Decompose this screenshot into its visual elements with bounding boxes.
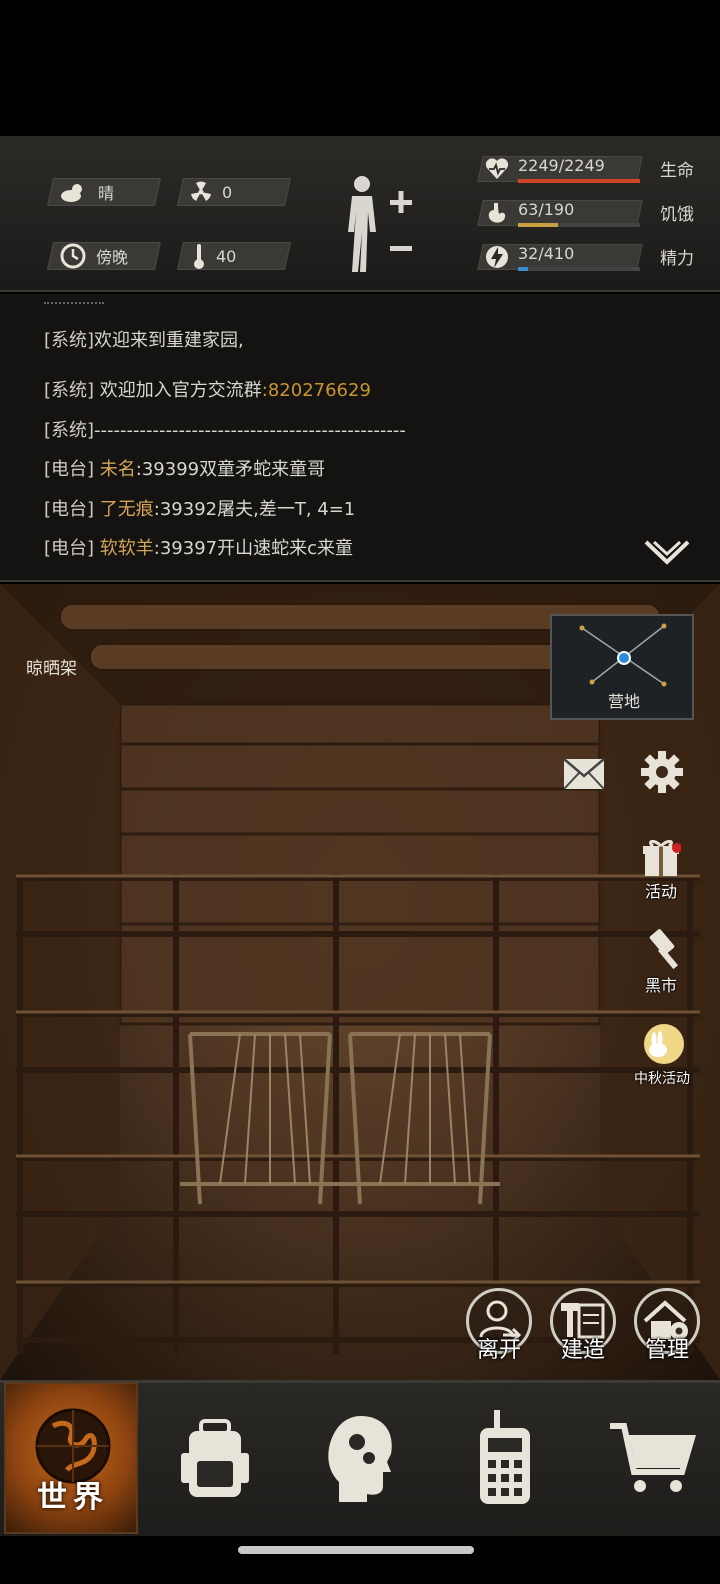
hunger-label: 饥饿 [660,205,694,225]
weather-indicator: 晴 [60,178,114,206]
radio-icon [480,1410,530,1504]
leave-button[interactable]: 离开 [464,1288,534,1364]
shop-cart-icon [610,1423,696,1492]
energy-label: 精力 [660,249,694,269]
activity-label: 活动 [644,882,677,901]
manage-label: 管理 [644,1338,689,1363]
gear-icon[interactable] [640,750,684,794]
group-number-link[interactable]: :820276629 [262,380,371,401]
chat-line: [电台] 未名:39399双童矛蛇来童哥 [44,459,326,480]
activity-button[interactable]: 活动 [636,836,686,902]
build-button[interactable]: 建造 [548,1288,618,1364]
mid-autumn-event-button[interactable]: 中秋活动 [630,1020,694,1088]
hunger-bar-fill [518,223,559,227]
health-value: 2249/2249 [518,156,605,175]
hunger-bar [518,223,640,227]
map-network-icon [579,623,667,687]
radiation-value: 0 [222,182,233,202]
health-bar [518,179,640,183]
clock-icon [60,243,86,269]
chat-line: [系统]------------------------------------… [44,420,406,441]
gavel-icon [649,929,679,970]
chat-sender[interactable]: 软软羊 [100,538,154,559]
cloud-sun-icon [61,184,82,202]
energy-value: 32/410 [518,244,575,263]
nav-world-label: 世界 [37,1480,109,1515]
chat-sender[interactable]: 未名 [100,459,136,480]
chevron-down-icon[interactable] [644,538,690,568]
time-text: 傍晚 [96,248,129,267]
health-stat: 2249/2249 生命 [476,152,702,184]
weather-text: 晴 [98,184,115,203]
gift-icon [643,839,682,876]
home-indicator[interactable] [238,1546,474,1554]
top-black-area [0,0,720,136]
lightning-icon [486,246,508,268]
minimap-button[interactable]: 营地 [550,614,694,720]
mail-icon[interactable] [562,756,606,792]
nav-world-tab[interactable]: 世界 [4,1382,138,1534]
chat-scroll-hint [44,294,104,304]
radiation-icon [191,181,211,201]
radiation-indicator: 0 [190,178,232,206]
chat-sender[interactable]: 了无痕 [100,499,154,520]
manage-button[interactable]: 管理 [632,1288,702,1364]
energy-stat: 32/410 精力 [476,240,702,272]
build-label: 建造 [560,1338,605,1363]
mid-autumn-label: 中秋活动 [634,1071,690,1087]
health-label: 生命 [660,161,694,181]
character-body-icon[interactable] [340,172,420,276]
chat-line: [电台] 了无痕:39392屠夫,差一T, 4=1 [44,499,356,520]
minimap-label: 营地 [607,692,640,711]
moon-rabbit-icon [644,1024,684,1064]
health-bar-fill [518,179,640,183]
hunger-stat: 63/190 饥饿 [476,196,702,228]
time-indicator: 傍晚 [60,242,128,270]
black-market-button[interactable]: 黑市 [636,928,686,996]
black-market-label: 黑市 [644,976,677,995]
stomach-icon [488,203,506,223]
heart-icon [485,158,509,179]
nav-shop-tab[interactable] [596,1382,706,1534]
nav-radio-tab[interactable] [450,1382,560,1534]
location-title: 晾晒架 [26,659,77,679]
leave-label: 离开 [476,1338,521,1363]
thermometer-icon [194,244,204,269]
skills-icon [328,1416,392,1502]
energy-bar-fill [518,267,528,271]
chat-line: [系统]欢迎来到重建家园, [44,330,244,351]
hunger-value: 63/190 [518,200,575,219]
temperature-indicator: 40 [192,242,236,270]
temperature-value: 40 [216,246,237,266]
nav-skills-tab[interactable] [306,1382,416,1534]
chat-line: [电台] 软软羊:39397开山速蛇来c来童 [44,538,354,559]
chat-line: [系统] 欢迎加入官方交流群:820276629 [44,380,371,401]
energy-bar [518,267,640,271]
nav-backpack-tab[interactable] [160,1382,270,1534]
backpack-icon [181,1419,249,1497]
